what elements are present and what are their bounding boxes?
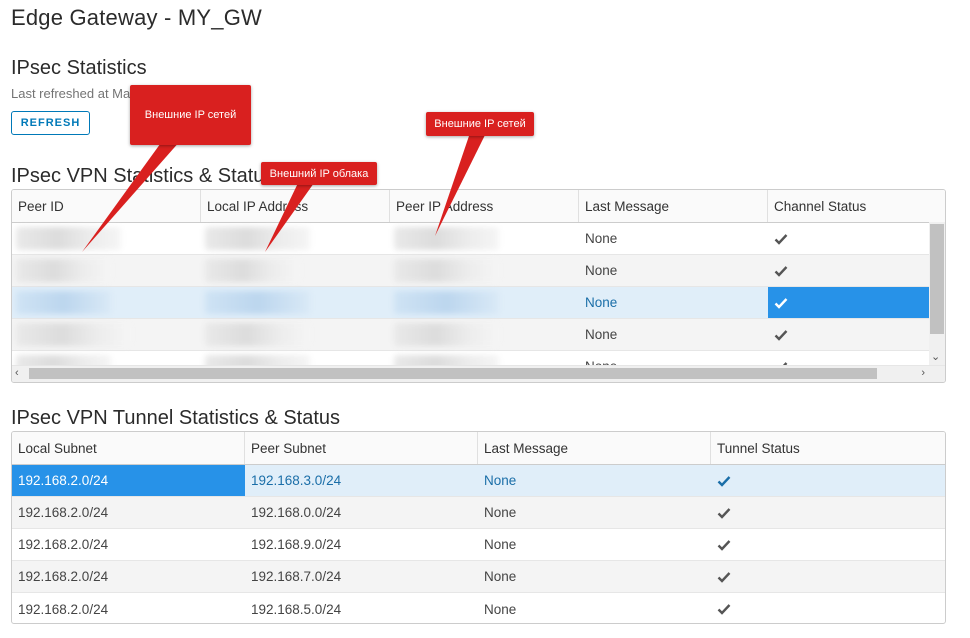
local-subnet-cell: 192.168.2.0/24 (18, 505, 109, 520)
check-icon (717, 475, 731, 487)
redacted-value (16, 323, 131, 346)
last-message-cell: None (585, 263, 618, 278)
peer-ip-cell (390, 287, 579, 318)
peer-subnet-cell: 192.168.5.0/24 (251, 601, 342, 617)
last-message-cell: None (484, 505, 517, 520)
local-subnet-cell: 192.168.2.0/24 (18, 569, 109, 584)
vpn-statistics-title: IPsec VPN Statistics & Status (11, 165, 275, 187)
column-header-peer-ip[interactable]: Peer IP Address (390, 190, 579, 222)
column-header-last-message[interactable]: Last Message (579, 190, 768, 222)
vpn-table-row[interactable]: None (12, 223, 945, 255)
local-subnet-cell: 192.168.2.0/24 (18, 537, 109, 552)
local-ip-cell (201, 223, 390, 254)
last-message-cell: None (484, 537, 517, 552)
last-message-cell: None (585, 327, 618, 342)
peer-subnet-cell: 192.168.0.0/24 (251, 505, 342, 520)
peer-id-cell (12, 319, 201, 350)
channel-status-cell-selected[interactable] (768, 287, 931, 318)
column-header-local-subnet[interactable]: Local Subnet (12, 432, 245, 464)
annotation-external-networks-2: Внешние IP сетей (426, 112, 534, 136)
local-ip-cell (201, 287, 390, 318)
vpn-grid-header: Peer ID Local IP Address Peer IP Address… (12, 190, 945, 223)
check-icon (774, 265, 788, 277)
check-icon (717, 539, 731, 551)
horizontal-scrollbar[interactable]: ‹ › (12, 365, 945, 382)
tunnel-statistics-grid: Local Subnet Peer Subnet Last Message Tu… (11, 431, 946, 624)
redacted-value (16, 291, 111, 314)
peer-id-cell (12, 287, 201, 318)
peer-ip-cell (390, 319, 579, 350)
local-subnet-cell: 192.168.2.0/24 (18, 601, 109, 617)
tunnel-table-row[interactable]: 192.168.2.0/24 192.168.5.0/24 None (12, 593, 945, 623)
check-icon (774, 233, 788, 245)
peer-subnet-cell: 192.168.7.0/24 (251, 569, 342, 584)
redacted-value (394, 227, 499, 250)
redacted-value (205, 259, 300, 282)
redacted-value (205, 227, 310, 250)
vpn-table-row[interactable]: None (12, 255, 945, 287)
peer-id-cell (12, 223, 201, 254)
channel-status-cell (768, 223, 931, 254)
tunnel-status-cell (711, 497, 945, 528)
local-ip-cell (201, 319, 390, 350)
column-header-tunnel-status[interactable]: Tunnel Status (711, 432, 945, 464)
check-icon (774, 297, 788, 309)
page-title: Edge Gateway - MY_GW (11, 5, 262, 30)
vpn-table-row-selected[interactable]: None (12, 287, 945, 319)
redacted-value (394, 291, 499, 314)
chevron-right-icon[interactable]: › (921, 366, 925, 380)
local-ip-cell (201, 255, 390, 286)
horizontal-scrollbar-thumb[interactable] (29, 368, 877, 379)
chevron-down-icon[interactable]: ⌄ (931, 350, 940, 364)
tunnel-status-cell (711, 529, 945, 560)
column-header-peer-id[interactable]: Peer ID (12, 190, 201, 222)
tunnel-status-cell (711, 561, 945, 592)
check-icon (717, 604, 731, 615)
chevron-left-icon[interactable]: ‹ (15, 366, 19, 380)
last-message-cell: None (484, 601, 517, 617)
peer-ip-cell (390, 255, 579, 286)
vertical-scrollbar[interactable]: ⌄ (929, 222, 945, 366)
redacted-value (394, 259, 499, 282)
tunnel-statistics-title: IPsec VPN Tunnel Statistics & Status (11, 407, 341, 429)
tunnel-table-row[interactable]: 192.168.2.0/24 192.168.9.0/24 None (12, 529, 945, 561)
peer-ip-cell (390, 223, 579, 254)
check-icon (717, 571, 731, 583)
column-header-channel-status[interactable]: Channel Status (768, 190, 931, 222)
annotation-external-networks-1: Внешние IP сетей (130, 85, 251, 145)
tunnel-status-cell (711, 465, 945, 496)
channel-status-cell (768, 319, 931, 350)
tunnel-grid-header: Local Subnet Peer Subnet Last Message Tu… (12, 432, 945, 465)
check-icon (717, 507, 731, 519)
tunnel-table-row[interactable]: 192.168.2.0/24 192.168.7.0/24 None (12, 561, 945, 593)
tunnel-table-row[interactable]: 192.168.2.0/24 192.168.0.0/24 None (12, 497, 945, 529)
check-icon (774, 329, 788, 341)
last-message-cell: None (585, 231, 618, 246)
redacted-value (394, 323, 499, 346)
tunnel-status-cell (711, 593, 945, 623)
annotation-external-cloud-ip: Внешний IP облака (261, 162, 377, 185)
local-subnet-cell-selected[interactable]: 192.168.2.0/24 (12, 465, 245, 496)
peer-subnet-cell: 192.168.3.0/24 (251, 473, 342, 488)
last-message-cell: None (585, 295, 618, 310)
vertical-scrollbar-thumb[interactable] (930, 224, 944, 334)
column-header-peer-subnet[interactable]: Peer Subnet (245, 432, 478, 464)
refresh-button[interactable]: REFRESH (11, 111, 90, 135)
vpn-table-row[interactable]: None (12, 319, 945, 351)
redacted-value (16, 227, 121, 250)
peer-id-cell (12, 255, 201, 286)
ipsec-statistics-title: IPsec Statistics (11, 57, 147, 79)
redacted-value (205, 323, 310, 346)
channel-status-cell (768, 255, 931, 286)
column-header-local-ip[interactable]: Local IP Address (201, 190, 390, 222)
column-header-last-message[interactable]: Last Message (478, 432, 711, 464)
vpn-statistics-grid: Peer ID Local IP Address Peer IP Address… (11, 189, 946, 383)
last-message-cell: None (484, 473, 517, 488)
last-message-cell: None (484, 569, 517, 584)
redacted-value (205, 291, 310, 314)
redacted-value (16, 259, 111, 282)
tunnel-table-row-selected[interactable]: 192.168.2.0/24 192.168.3.0/24 None (12, 465, 945, 497)
peer-subnet-cell: 192.168.9.0/24 (251, 537, 342, 552)
